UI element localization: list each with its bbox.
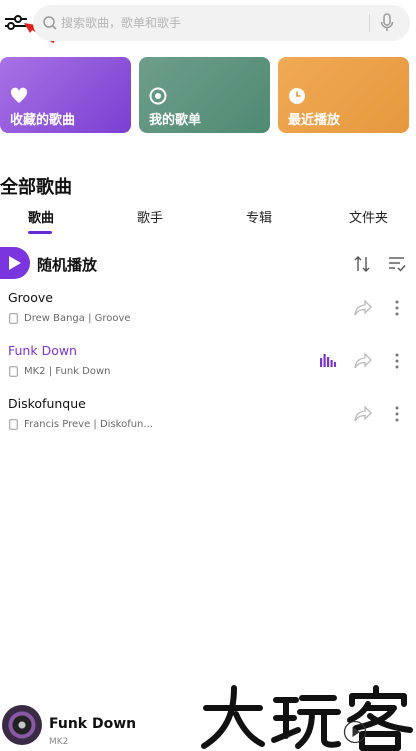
my-playlists-card-label: 我的歌单 bbox=[149, 113, 202, 128]
watermark-logo bbox=[201, 685, 413, 751]
now-playing-equalizer-icon bbox=[320, 354, 336, 367]
song-subtitle: Drew Banga | Groove bbox=[24, 313, 131, 324]
recently-played-card[interactable]: 最近播放 bbox=[278, 57, 409, 133]
page-title: 全部歌曲 bbox=[0, 177, 72, 198]
divider bbox=[369, 14, 370, 32]
song-title[interactable]: Diskofunque bbox=[8, 396, 86, 411]
play-pause-icon[interactable] bbox=[343, 720, 367, 744]
recently-played-card-label: 最近播放 bbox=[288, 113, 341, 128]
song-title[interactable]: Groove bbox=[8, 290, 53, 305]
search-bar[interactable] bbox=[33, 5, 410, 41]
local-device-icon bbox=[9, 419, 18, 430]
favorites-card-label: 收藏的歌曲 bbox=[10, 113, 76, 128]
local-device-icon bbox=[9, 313, 18, 324]
share-icon[interactable] bbox=[353, 352, 373, 370]
now-playing-title[interactable]: Funk Down bbox=[49, 716, 136, 732]
play-icon bbox=[9, 256, 21, 270]
favorites-card[interactable]: 收藏的歌曲 bbox=[0, 57, 131, 133]
album-art[interactable] bbox=[2, 705, 42, 745]
more-options-icon[interactable] bbox=[394, 299, 400, 317]
my-playlists-card[interactable]: 我的歌单 bbox=[139, 57, 270, 133]
search-icon bbox=[43, 16, 57, 30]
tab-albums[interactable]: 专辑 bbox=[246, 207, 272, 226]
shuffle-play-button[interactable] bbox=[0, 247, 30, 279]
song-subtitle: Francis Preve | Diskofun... bbox=[24, 419, 153, 430]
now-playing-artist: MK2 bbox=[49, 737, 69, 747]
more-options-icon[interactable] bbox=[394, 405, 400, 423]
song-subtitle: MK2 | Funk Down bbox=[24, 366, 111, 377]
shuffle-play-label[interactable]: 随机播放 bbox=[37, 254, 97, 275]
tab-folders[interactable]: 文件夹 bbox=[349, 207, 388, 226]
local-device-icon bbox=[9, 366, 18, 377]
share-icon[interactable] bbox=[353, 405, 373, 423]
microphone-icon[interactable] bbox=[378, 13, 396, 33]
clock-icon bbox=[289, 88, 305, 104]
sort-icon[interactable] bbox=[354, 255, 370, 273]
search-input[interactable] bbox=[59, 8, 369, 38]
tab-songs[interactable]: 歌曲 bbox=[28, 207, 54, 226]
tab-artists[interactable]: 歌手 bbox=[137, 207, 163, 226]
song-title-playing[interactable]: Funk Down bbox=[8, 343, 77, 358]
active-tab-indicator bbox=[28, 231, 52, 234]
more-options-icon[interactable] bbox=[394, 352, 400, 370]
heart-icon bbox=[10, 87, 28, 103]
multi-select-icon[interactable] bbox=[388, 255, 406, 273]
disc-icon bbox=[149, 87, 167, 105]
share-icon[interactable] bbox=[353, 299, 373, 317]
